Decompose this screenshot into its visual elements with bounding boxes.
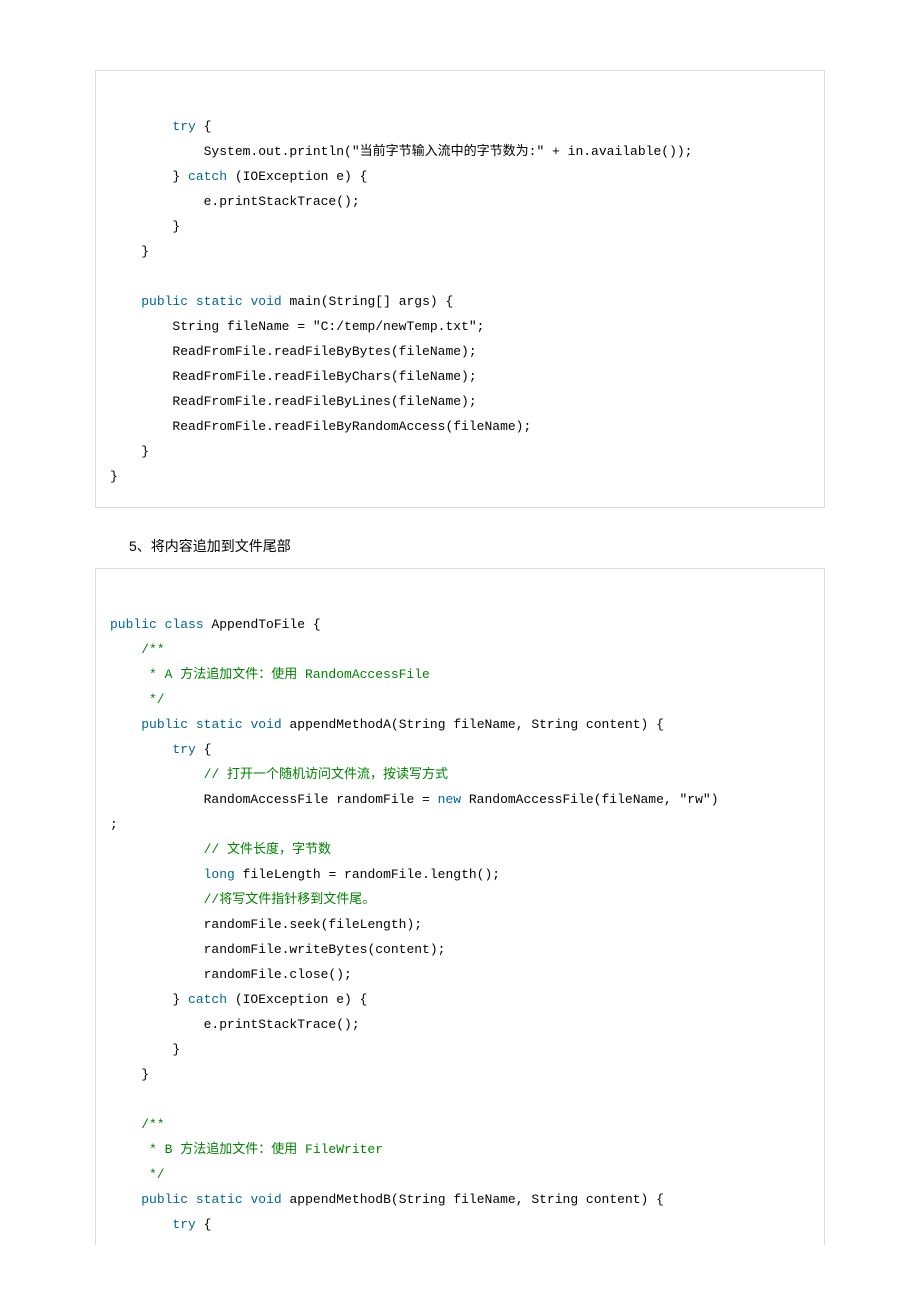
code-line: long fileLength = randomFile.length(); bbox=[110, 867, 500, 882]
code-line: RandomAccessFile randomFile = new Random… bbox=[110, 792, 719, 807]
code-line: } catch (IOException e) { bbox=[110, 169, 367, 184]
code-line: */ bbox=[110, 692, 165, 707]
code-block-1: try { System.out.println("当前字节输入流中的字节数为:… bbox=[95, 70, 825, 508]
code-line: * A 方法追加文件：使用 RandomAccessFile bbox=[110, 667, 430, 682]
code-line: //将写文件指针移到文件尾。 bbox=[110, 892, 375, 907]
code-block-2: public class AppendToFile { /** * A 方法追加… bbox=[95, 568, 825, 1245]
code-line: ReadFromFile.readFileByLines(fileName); bbox=[110, 394, 477, 409]
code-line: ReadFromFile.readFileByRandomAccess(file… bbox=[110, 419, 531, 434]
code-line: try { bbox=[110, 742, 211, 757]
code-line: public class AppendToFile { bbox=[110, 617, 321, 632]
code-line bbox=[110, 1092, 118, 1107]
code-line: try { bbox=[110, 119, 211, 134]
section-title: 5、将内容追加到文件尾部 bbox=[129, 536, 825, 556]
code-line: randomFile.seek(fileLength); bbox=[110, 917, 422, 932]
code-line bbox=[110, 269, 118, 284]
code-line: randomFile.close(); bbox=[110, 967, 352, 982]
code-line: String fileName = "C:/temp/newTemp.txt"; bbox=[110, 319, 484, 334]
code-line: try { bbox=[110, 1217, 211, 1232]
code-line: e.printStackTrace(); bbox=[110, 194, 360, 209]
code-line: } bbox=[110, 244, 149, 259]
code-line: // 文件长度，字节数 bbox=[110, 842, 331, 857]
code-line: */ bbox=[110, 1167, 165, 1182]
code-line: /** bbox=[110, 1117, 165, 1132]
code-line: ReadFromFile.readFileByChars(fileName); bbox=[110, 369, 477, 384]
code-line: } bbox=[110, 1042, 180, 1057]
document-page: try { System.out.println("当前字节输入流中的字节数为:… bbox=[0, 0, 920, 1285]
code-line: * B 方法追加文件：使用 FileWriter bbox=[110, 1142, 383, 1157]
code-line: } catch (IOException e) { bbox=[110, 992, 367, 1007]
code-line: randomFile.writeBytes(content); bbox=[110, 942, 445, 957]
code-line: } bbox=[110, 444, 149, 459]
code-line: } bbox=[110, 219, 180, 234]
code-line: ReadFromFile.readFileByBytes(fileName); bbox=[110, 344, 477, 359]
code-line: } bbox=[110, 469, 118, 484]
code-line: public static void main(String[] args) { bbox=[110, 294, 453, 309]
code-line: // 打开一个随机访问文件流，按读写方式 bbox=[110, 767, 448, 782]
code-line: ; bbox=[110, 817, 118, 832]
code-line: /** bbox=[110, 642, 165, 657]
code-line: public static void appendMethodB(String … bbox=[110, 1192, 664, 1207]
code-line: public static void appendMethodA(String … bbox=[110, 717, 664, 732]
code-line: System.out.println("当前字节输入流中的字节数为:" + in… bbox=[110, 144, 692, 159]
code-line: } bbox=[110, 1067, 149, 1082]
code-line: e.printStackTrace(); bbox=[110, 1017, 360, 1032]
